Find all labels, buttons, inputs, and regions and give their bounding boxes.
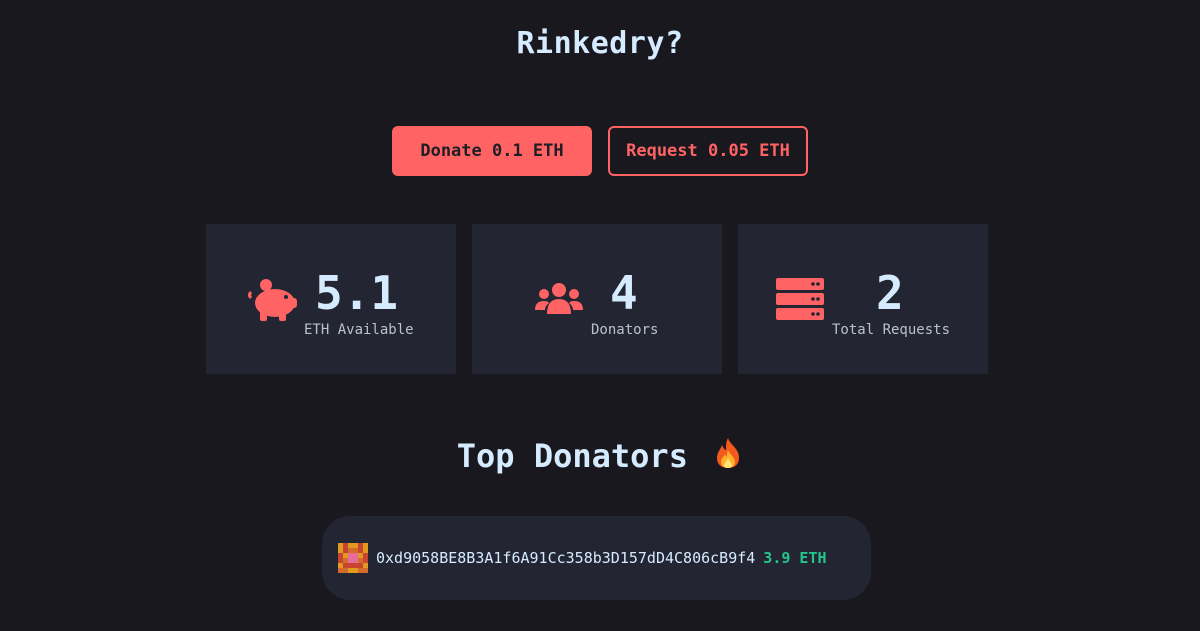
request-button[interactable]: Request 0.05 ETH bbox=[608, 126, 808, 176]
stat-label: Total Requests bbox=[832, 322, 951, 338]
stat-value: 5.1 bbox=[315, 266, 399, 320]
donate-button[interactable]: Donate 0.1 ETH bbox=[392, 126, 592, 176]
donor-address[interactable]: 0xd9058BE8B3A1f6A91Cc358b3D157dD4C806cB9… bbox=[376, 549, 755, 567]
app-title: Rinkedry? bbox=[516, 26, 684, 61]
top-donators-list: 0xd9058BE8B3A1f6A91Cc358b3D157dD4C806cB9… bbox=[322, 516, 871, 600]
stat-card-eth-available: 5.1 ETH Available bbox=[206, 224, 456, 374]
stats-row: 5.1 ETH Available 4 Donators 2 Total Req… bbox=[206, 224, 988, 374]
top-donators-title: Top Donators bbox=[456, 437, 688, 475]
stat-card-donators: 4 Donators bbox=[472, 224, 722, 374]
action-buttons: Donate 0.1 ETH Request 0.05 ETH bbox=[0, 126, 1200, 176]
piggy-bank-icon bbox=[248, 279, 297, 321]
stat-value: 4 bbox=[610, 266, 638, 320]
top-donators-heading: Top Donators bbox=[0, 437, 1200, 475]
stat-label: Donators bbox=[591, 322, 659, 338]
stat-value: 2 bbox=[876, 266, 904, 320]
pixel-avatar bbox=[338, 543, 368, 573]
stat-card-total-requests: 2 Total Requests bbox=[738, 224, 988, 374]
fire-icon bbox=[717, 438, 740, 468]
server-icon bbox=[776, 278, 824, 320]
stat-label: ETH Available bbox=[304, 322, 414, 338]
donor-amount: 3.9 ETH bbox=[763, 549, 827, 567]
users-icon bbox=[535, 283, 583, 314]
list-item[interactable]: 0xd9058BE8B3A1f6A91Cc358b3D157dD4C806cB9… bbox=[338, 543, 827, 573]
